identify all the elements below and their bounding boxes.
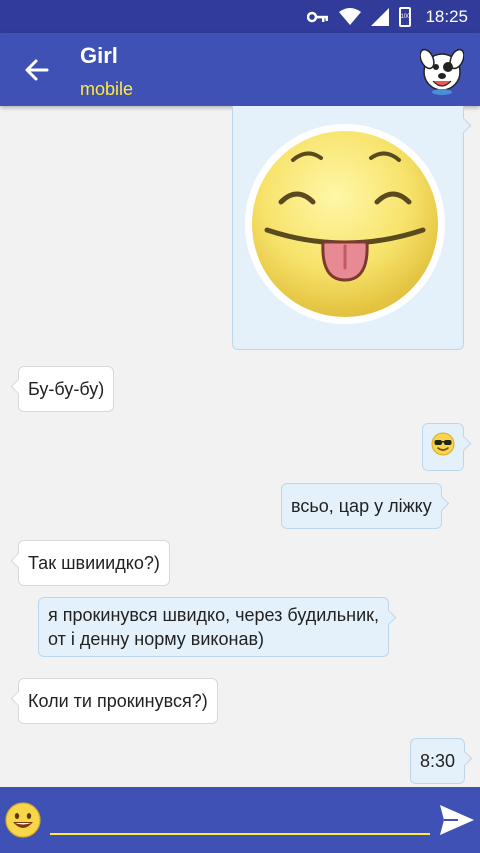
app-bar: Girl mobile [0,33,480,106]
arrow-left-icon [25,59,49,81]
avatar[interactable] [419,45,465,95]
smiley-icon [5,802,41,838]
back-button[interactable] [20,53,54,87]
message-input-bar [0,787,480,853]
key-icon [307,11,329,22]
message-text-line: я прокинувся швидко, через будильник, [48,605,380,625]
sticker-message[interactable] [232,106,464,350]
wifi-icon [339,7,362,25]
message-bubble-incoming[interactable]: Коли ти прокинувся?) [18,678,218,724]
status-icons: 100 18:25 [307,0,468,33]
chat-messages[interactable]: Бу-бу-бу) всьо, цар у ліжку Так швииидко… [0,106,480,787]
status-time: 18:25 [425,6,468,26]
message-bubble-outgoing[interactable]: всьо, цар у ліжку [281,483,442,529]
message-bubble-incoming[interactable]: Бу-бу-бу) [18,366,115,412]
status-bar: 100 18:25 [0,0,480,33]
message-text: Бу-бу-бу) [28,379,105,399]
chat-subtitle: mobile [80,79,134,99]
message-text: всьо, цар у ліжку [291,496,432,516]
send-button[interactable] [438,803,476,837]
dog-sticker-icon [419,48,465,95]
message-bubble-incoming[interactable]: Так швииидко?) [18,540,170,586]
battery-label: 100 [400,13,411,20]
send-icon [440,805,474,835]
message-text: 8:30 [420,751,456,771]
message-input[interactable] [50,803,430,835]
chat-title: Girl [80,43,118,68]
message-text-line: от і денну норму виконав) [48,629,265,649]
emoji-button[interactable] [4,801,42,839]
message-bubble-outgoing[interactable]: я прокинувся швидко, через будильник, от… [38,597,390,657]
message-text: Коли ти прокинувся?) [28,691,208,711]
message-bubble-outgoing[interactable]: 8:30 [410,738,466,784]
battery-icon: 100 [399,6,412,27]
message-text: Так швииидко?) [28,553,160,573]
tongue-out-smiley-sticker [245,124,445,324]
sunglasses-smiley-icon [431,432,455,456]
signal-icon [371,7,390,26]
message-bubble-outgoing[interactable] [422,423,464,471]
